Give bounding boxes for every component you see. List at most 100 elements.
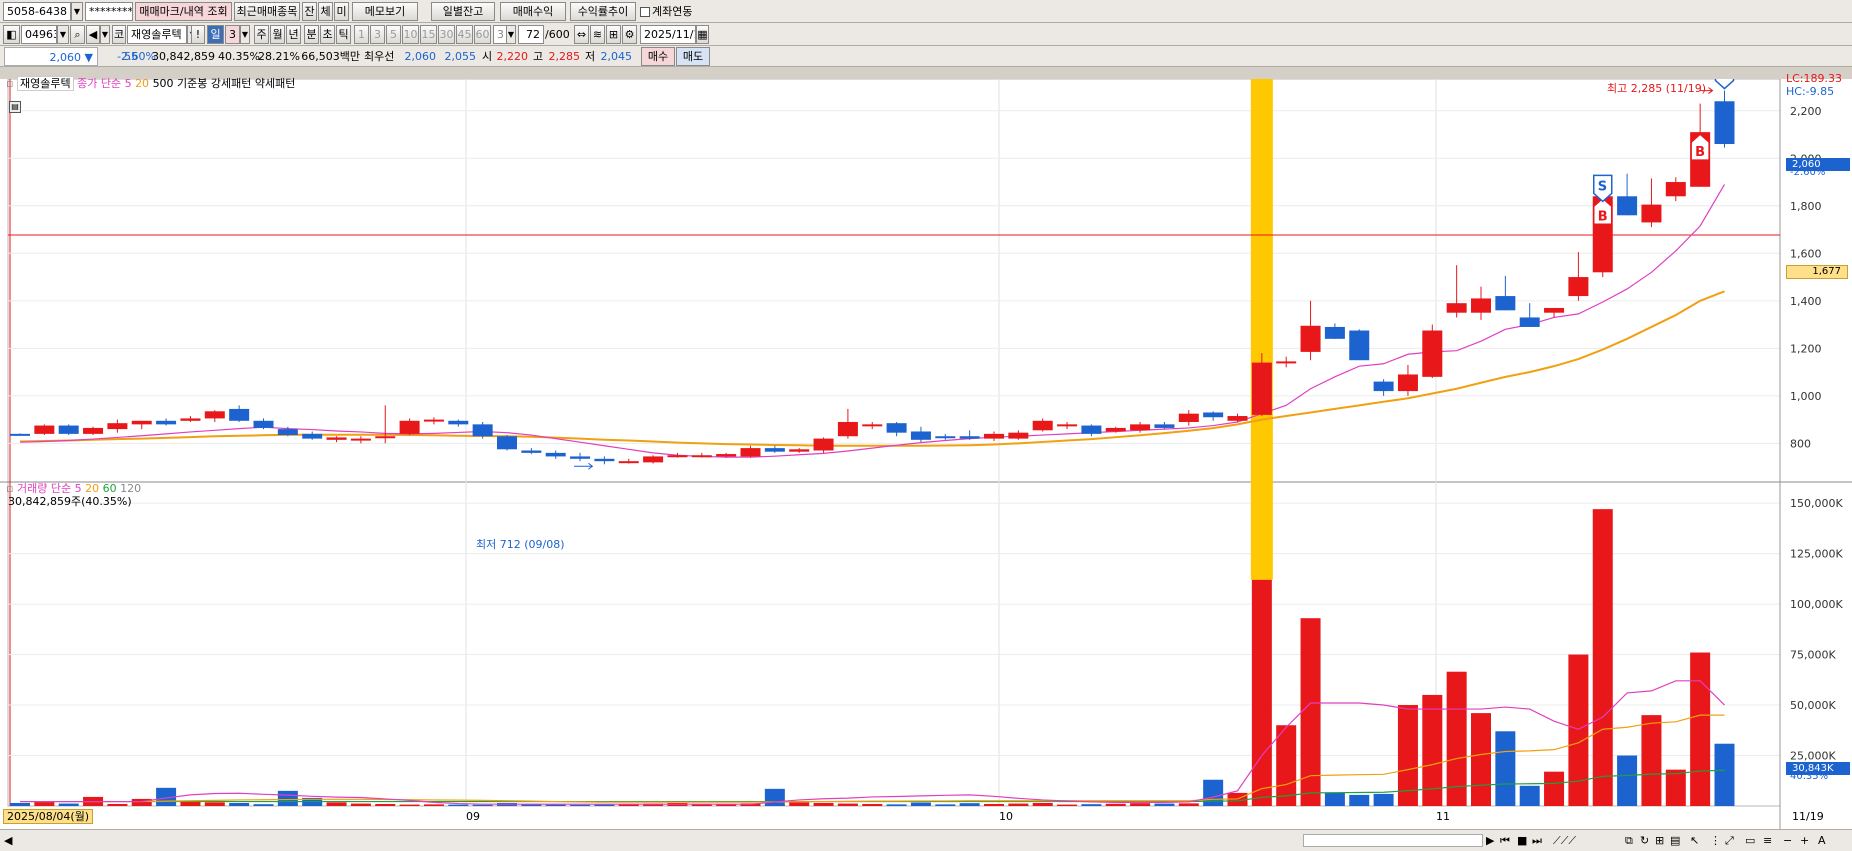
candle-body <box>789 449 810 452</box>
trade-profit-button[interactable]: 매매수익 <box>500 2 566 21</box>
volume-bar <box>935 804 956 806</box>
daily-balance-button[interactable]: 일별잔고 <box>431 2 495 21</box>
vol-last-rate: 40.35% <box>1790 771 1829 782</box>
minute-30-button[interactable]: 30 <box>438 25 455 44</box>
scroll-right-icon[interactable]: ▶ <box>1486 831 1494 850</box>
balance-button[interactable]: 잔 <box>302 2 317 21</box>
volume-bar <box>1568 654 1589 806</box>
period-yearly-tab[interactable]: 년 <box>286 25 301 44</box>
minute-1-button[interactable]: 1 <box>354 25 369 44</box>
search-icon[interactable]: ⌕ <box>70 25 85 44</box>
bottom-scrollbar[interactable]: ◀ ▶ ⏮ ■ ⏭ ⟋⟋⟋ ⧉ ↻ ⊞ ▤ ↖ ⋮ ⤢ ▭ ≡ − + A <box>0 829 1852 851</box>
refresh-icon[interactable]: ↻ <box>1640 831 1649 850</box>
return-trend-button[interactable]: 수익률추이 <box>570 2 636 21</box>
zoom-out-icon[interactable]: − <box>1783 831 1792 850</box>
expand-icon[interactable]: ⤢ <box>1725 831 1734 850</box>
text-size-icon[interactable]: A <box>1818 831 1826 850</box>
execution-button[interactable]: 체 <box>318 2 333 21</box>
minute-10-button[interactable]: 10 <box>402 25 419 44</box>
low-label: 저 <box>585 50 596 63</box>
volume-bar <box>813 802 834 806</box>
candle-body <box>1471 298 1491 313</box>
candle-body <box>156 420 177 425</box>
price-tick-label: 1,000 <box>1790 390 1822 403</box>
candle-body <box>984 433 1004 439</box>
candle-body <box>1568 277 1589 297</box>
mark-history-button[interactable]: 매매마크/내역 조회 <box>135 2 232 21</box>
minute-15-button[interactable]: 15 <box>420 25 437 44</box>
drawing-tools-icon[interactable]: ⟋⟋⟋ <box>1553 831 1576 850</box>
crosshair-icon[interactable]: ⊞ <box>606 25 621 44</box>
candle-body <box>83 427 104 434</box>
period-second-tab[interactable]: 초 <box>320 25 335 44</box>
period-number[interactable]: 3 <box>225 25 240 44</box>
scroll-end-icon[interactable]: ⏭ <box>1532 831 1542 850</box>
period-weekly-tab[interactable]: 주 <box>254 25 269 44</box>
speaker-icon[interactable]: ◀ <box>86 25 100 44</box>
chart-menu-icon[interactable]: ▤ <box>9 101 21 113</box>
scale-icon[interactable]: ≋ <box>590 25 605 44</box>
candle-body <box>423 419 444 422</box>
price-tick-label: 1,400 <box>1790 295 1822 308</box>
list-icon[interactable]: ≡ <box>1763 831 1772 850</box>
minute-5-button[interactable]: 5 <box>386 25 401 44</box>
scroll-left-icon[interactable]: ◀ <box>4 831 12 850</box>
volume-tick-label: 25,000K <box>1790 750 1836 763</box>
candle-body <box>643 456 664 463</box>
period-daily-tab[interactable]: 일 <box>207 25 224 44</box>
period-monthly-tab[interactable]: 월 <box>270 25 285 44</box>
memo-button[interactable]: 메모보기 <box>352 2 418 21</box>
period-tick-tab[interactable]: 틱 <box>336 25 351 44</box>
count-dropdown-icon[interactable]: ▼ <box>506 25 516 44</box>
candle-body <box>448 420 469 425</box>
calendar-icon[interactable]: ▦ <box>696 25 709 44</box>
chart-type-icon[interactable]: ▭ <box>1745 831 1755 850</box>
candle-body <box>58 425 79 434</box>
print-icon[interactable]: ▤ <box>1670 831 1680 850</box>
market-badge: 코 <box>112 25 126 44</box>
legend-ma5: 5 <box>124 77 132 90</box>
minute-45-button[interactable]: 45 <box>456 25 473 44</box>
password-field[interactable]: ******** <box>85 2 133 21</box>
low-annotation: 최저 712 (09/08) <box>476 538 565 551</box>
account-dropdown-icon[interactable]: ▼ <box>71 2 83 21</box>
stop-icon[interactable]: ■ <box>1517 831 1527 850</box>
legend-vol-ma60: 60 <box>102 482 117 495</box>
volume-ma20-line <box>20 714 1725 803</box>
low-price: 2,045 <box>600 50 633 63</box>
stock-name-field[interactable]: 재영솔루텍 <box>127 25 187 44</box>
price-volume-chart[interactable]: 2,2002,0001,8001,6001,4001,2001,00080015… <box>0 79 1852 829</box>
period-minute-tab[interactable]: 분 <box>304 25 319 44</box>
candle-body <box>10 433 30 436</box>
grid-icon[interactable]: ⊞ <box>1655 831 1664 850</box>
zoom-icon[interactable]: ⇔ <box>574 25 589 44</box>
stock-code-field[interactable]: 049630 <box>21 25 57 44</box>
candle-body <box>180 418 201 421</box>
buy-button[interactable]: 매수 <box>641 47 675 66</box>
period-dropdown-icon[interactable]: ▼ <box>240 25 250 44</box>
layout-icon[interactable]: ◧ <box>3 25 20 44</box>
candle-body <box>691 455 712 458</box>
date-field[interactable]: 2025/11/19 <box>640 25 696 44</box>
zoom-in-icon[interactable]: + <box>1800 831 1809 850</box>
account-link-checkbox[interactable]: 계좌연동 <box>640 2 692 21</box>
minute-3-button[interactable]: 3 <box>370 25 385 44</box>
chart-area[interactable]: 2,2002,0001,8001,6001,4001,2001,00080015… <box>0 72 1852 841</box>
scroll-start-icon[interactable]: ⏮ <box>1500 831 1510 850</box>
scroll-thumb[interactable] <box>1303 834 1483 847</box>
legend-vol-label: 거래량 단순 <box>16 482 72 495</box>
count-field[interactable]: 72 <box>518 25 544 44</box>
recent-trades-button[interactable]: 최근매매종목 <box>234 2 300 21</box>
speaker-dropdown-icon[interactable]: ▼ <box>100 25 110 44</box>
unfilled-button[interactable]: 미 <box>334 2 349 21</box>
settings-icon[interactable]: ⚙ <box>622 25 637 44</box>
minute-60-button[interactable]: 60 <box>474 25 491 44</box>
stock-code-dropdown-icon[interactable]: ▼ <box>57 25 69 44</box>
alert-button[interactable]: ! <box>191 25 205 44</box>
sell-button[interactable]: 매도 <box>676 47 710 66</box>
cursor-icon[interactable]: ↖ <box>1690 831 1699 850</box>
account-field[interactable]: 5058-6438 <box>3 2 71 21</box>
copy-icon[interactable]: ⧉ <box>1625 831 1633 850</box>
info-icon[interactable]: ⋮ <box>1710 831 1721 850</box>
candle-body <box>1446 303 1467 313</box>
